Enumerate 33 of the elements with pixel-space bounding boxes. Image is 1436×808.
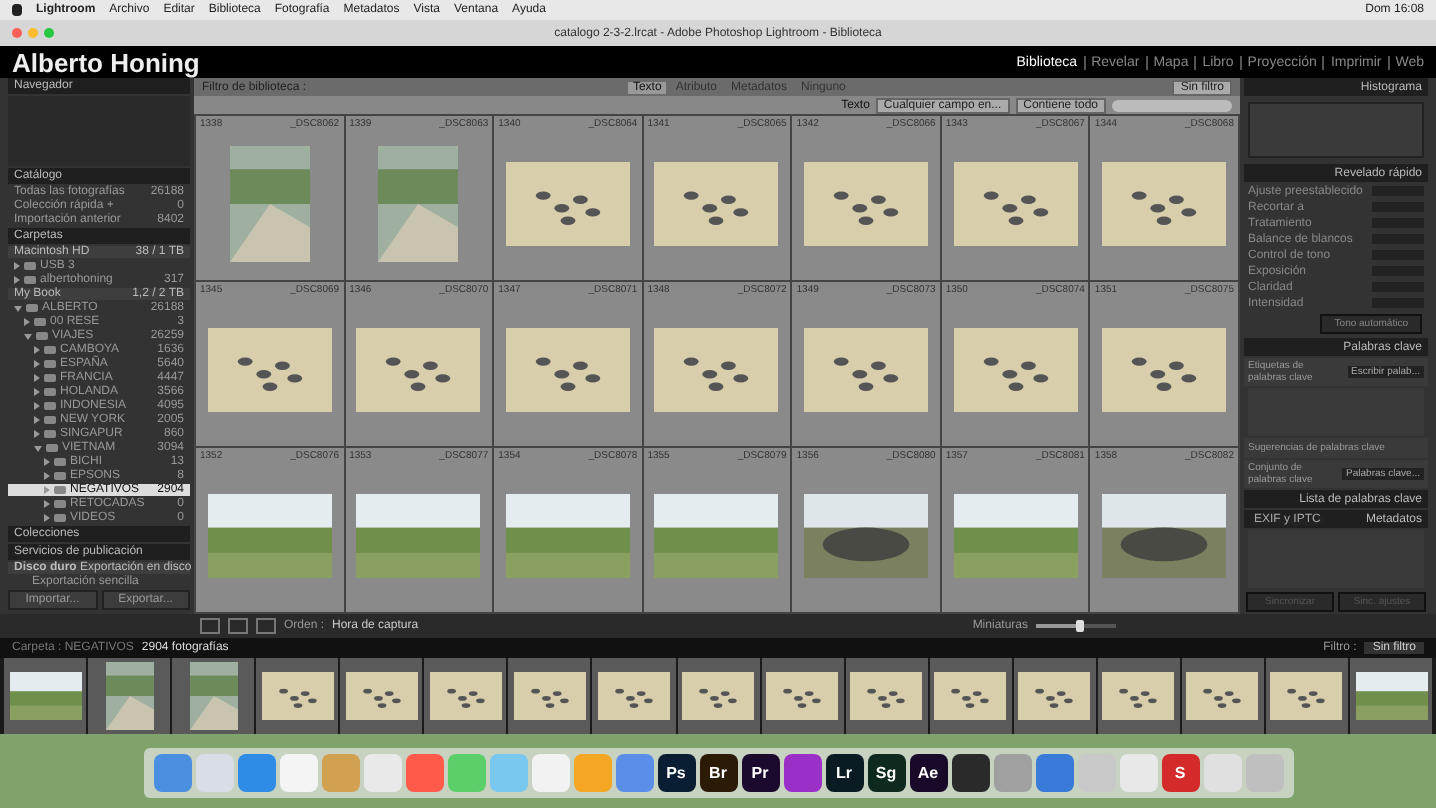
filmstrip-cell[interactable] <box>929 658 1012 734</box>
app-tile[interactable]: Ps <box>657 753 695 791</box>
filmstrip-cell[interactable] <box>88 658 171 734</box>
compare-view-icon[interactable] <box>256 618 276 634</box>
apple-icon[interactable] <box>12 4 22 16</box>
filmstrip-cell[interactable] <box>424 658 507 734</box>
filmstrip-cell[interactable] <box>256 658 339 734</box>
filmstrip-cell[interactable] <box>1013 658 1096 734</box>
filmstrip-cell[interactable] <box>1181 658 1264 734</box>
app-icon[interactable] <box>951 753 989 791</box>
identity-plate: Alberto Honing <box>12 47 200 77</box>
loupe-view-icon[interactable] <box>228 618 248 634</box>
filmstrip-cell[interactable] <box>1097 658 1180 734</box>
filmstrip-cell[interactable] <box>4 658 87 734</box>
close-icon[interactable] <box>12 28 22 38</box>
search-field[interactable] <box>1112 99 1232 111</box>
filmstrip-cell[interactable] <box>172 658 255 734</box>
filmstrip-cell[interactable] <box>677 658 760 734</box>
filmstrip-cell[interactable] <box>1350 658 1433 734</box>
slider-thumb[interactable] <box>1076 620 1084 632</box>
app-tile[interactable]: Pr <box>741 753 779 791</box>
filmstrip-cell[interactable] <box>845 658 928 734</box>
grid-view-icon[interactable] <box>200 618 220 634</box>
app-tile[interactable]: Br <box>699 753 737 791</box>
app-tile[interactable]: S <box>1161 753 1199 791</box>
filmstrip-cell[interactable] <box>1265 658 1348 734</box>
filmstrip-cell[interactable] <box>761 658 844 734</box>
app-tile[interactable]: Ae <box>909 753 947 791</box>
app-tile[interactable]: Sg <box>867 753 905 791</box>
filmstrip-cell[interactable] <box>340 658 423 734</box>
filmstrip-cell[interactable] <box>592 658 675 734</box>
filmstrip-cell[interactable] <box>508 658 591 734</box>
app-tile[interactable]: Lr <box>825 753 863 791</box>
